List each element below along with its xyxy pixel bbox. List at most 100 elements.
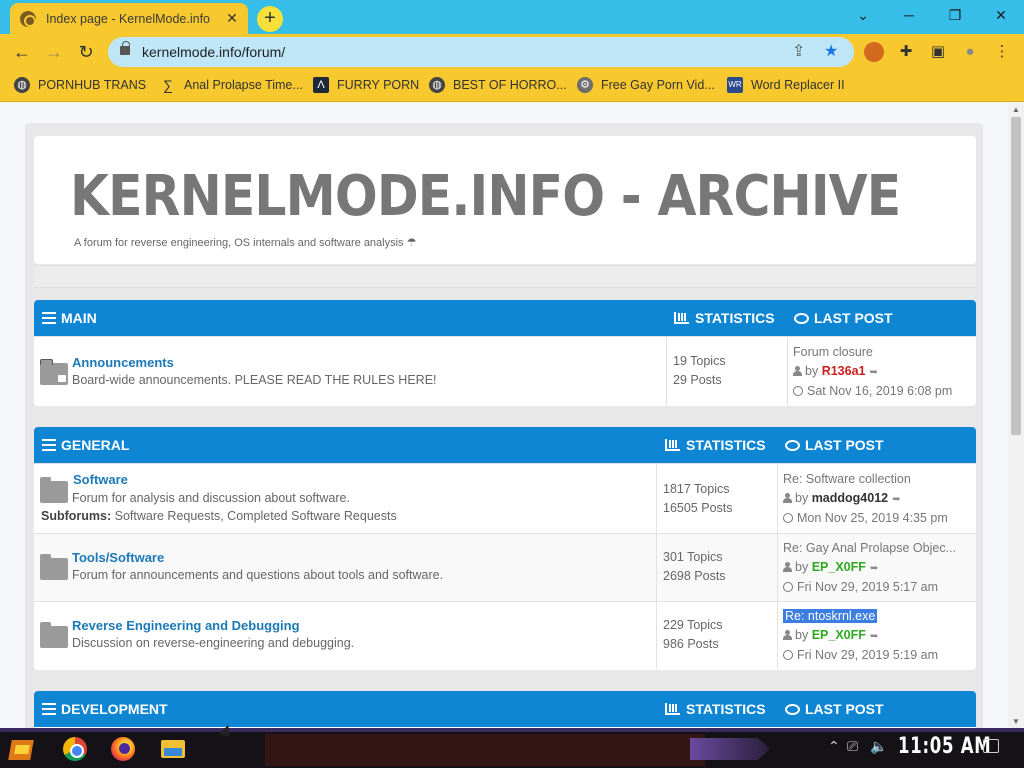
network-icon[interactable]: ⎚ xyxy=(847,738,858,755)
extension-avatar-icon[interactable] xyxy=(864,42,884,62)
start-button[interactable] xyxy=(6,736,38,764)
tab-title: Index page - KernelMode.info xyxy=(46,11,210,26)
scroll-up-icon[interactable]: ▲ xyxy=(1008,105,1024,114)
goto-post-icon[interactable]: ➥ xyxy=(869,364,877,383)
forum-description: Discussion on reverse-engineering and de… xyxy=(72,636,355,650)
start-logo-inner xyxy=(14,745,30,754)
vertical-scrollbar[interactable]: ▲ ▼ xyxy=(1008,103,1024,728)
column-divider xyxy=(656,602,657,669)
browser-tab[interactable]: Index page - KernelMode.info ✕ xyxy=(10,3,248,34)
statistics-header: STATISTICS xyxy=(674,310,775,326)
firefox-taskbar-button[interactable] xyxy=(106,734,140,764)
bookmark-item[interactable]: ⚙ Free Gay Porn Vid... xyxy=(577,77,715,93)
taskbar-clock[interactable]: 11:05 AM xyxy=(898,734,991,759)
category-title[interactable]: DEVELOPMENT xyxy=(42,701,168,717)
volume-icon[interactable]: 🔈 xyxy=(870,738,887,755)
side-panel-icon[interactable]: ▣ xyxy=(928,42,948,62)
address-bar[interactable]: kernelmode.info/forum/ ⇪ ★ xyxy=(108,37,854,67)
bookmark-label: Anal Prolapse Time... xyxy=(184,78,303,92)
bookmark-star-icon[interactable]: ★ xyxy=(824,41,838,61)
user-icon xyxy=(783,561,792,572)
bookmark-label: Free Gay Porn Vid... xyxy=(601,78,715,92)
forum-title[interactable]: Announcements xyxy=(72,355,174,370)
chat-icon xyxy=(785,439,800,451)
minimize-button[interactable]: ─ xyxy=(886,0,932,30)
taskbar-arrow-decoration xyxy=(690,738,770,760)
goto-post-icon[interactable]: ➥ xyxy=(870,628,878,647)
goto-post-icon[interactable]: ➥ xyxy=(892,491,900,510)
taskbar-accent xyxy=(0,728,1024,732)
file-explorer-taskbar-button[interactable] xyxy=(156,734,190,764)
last-post-author[interactable]: EP_X0FF xyxy=(812,628,866,642)
tab-close-icon[interactable]: ✕ xyxy=(224,10,240,27)
bookmark-item[interactable]: Λ FURRY PORN xyxy=(313,77,419,93)
site-description: A forum for reverse engineering, OS inte… xyxy=(74,237,417,249)
chrome-taskbar-button[interactable] xyxy=(58,734,92,764)
tray-overflow-icon[interactable]: ⌃ xyxy=(828,738,840,755)
goto-post-icon[interactable]: ➥ xyxy=(870,560,878,579)
gear-icon: ⚙ xyxy=(577,77,593,93)
last-post-title[interactable]: Re: Gay Anal Prolapse Objec... xyxy=(783,539,956,558)
subforums: Subforums: Software Requests, Completed … xyxy=(41,509,397,523)
share-icon[interactable]: ⇪ xyxy=(792,41,805,61)
last-post-author[interactable]: R136a1 xyxy=(822,364,866,378)
site-title[interactable]: KERNELMODE.INFO - ARCHIVE xyxy=(70,164,901,229)
clock-icon xyxy=(783,582,793,592)
last-post-title[interactable]: Re: ntoskrnl.exe xyxy=(783,609,878,623)
close-window-button[interactable]: ✕ xyxy=(978,0,1024,30)
column-divider xyxy=(777,464,778,533)
extensions-icon[interactable]: ✚ xyxy=(896,42,916,62)
forum-title[interactable]: Software xyxy=(73,472,128,487)
bookmark-item[interactable]: ◍ PORNHUB TRANS xyxy=(14,77,146,93)
forum-title[interactable]: Tools/Software xyxy=(72,550,164,565)
scroll-down-icon[interactable]: ▼ xyxy=(1008,717,1024,726)
profile-icon[interactable]: ● xyxy=(960,42,980,62)
scroll-thumb[interactable] xyxy=(1011,117,1021,435)
list-icon xyxy=(42,439,56,451)
menu-icon[interactable]: ⋮ xyxy=(992,42,1012,62)
forward-button[interactable]: → xyxy=(41,39,67,65)
file-explorer-icon xyxy=(161,740,185,758)
category-title[interactable]: GENERAL xyxy=(42,437,129,453)
tab-search-button[interactable]: ⌄ xyxy=(840,0,886,30)
bookmark-item[interactable]: WR Word Replacer II xyxy=(727,77,845,93)
list-icon xyxy=(42,312,56,324)
globe-icon: ◍ xyxy=(429,77,445,93)
browser-toolbar: ← → ↻ kernelmode.info/forum/ ⇪ ★ ✚ ▣ ● ⋮ xyxy=(0,34,1024,70)
forum-stats: 1817 Topics 16505 Posts xyxy=(663,482,733,515)
subforum-links[interactable]: Software Requests, Completed Software Re… xyxy=(115,509,397,523)
reload-button[interactable]: ↻ xyxy=(73,39,99,65)
forum-row: Tools/Software Forum for announcements a… xyxy=(34,533,976,601)
notification-icon[interactable] xyxy=(983,739,999,753)
last-post-author[interactable]: maddog4012 xyxy=(812,491,888,505)
taskbar: ⌃ ⎚ 🔈 11:05 AM xyxy=(0,728,1024,768)
restore-button[interactable]: ❐ xyxy=(932,0,978,30)
category-title[interactable]: MAIN xyxy=(42,310,97,326)
firefox-icon xyxy=(111,737,135,761)
bar-chart-icon xyxy=(665,703,680,715)
last-post-header: LAST POST xyxy=(785,701,884,717)
category-header: GENERAL STATISTICS LAST POST xyxy=(34,427,976,463)
bookmark-label: BEST OF HORRO... xyxy=(453,78,567,92)
folder-icon xyxy=(40,477,68,503)
wr-icon: WR xyxy=(727,77,743,93)
last-post: Re: Gay Anal Prolapse Objec... by EP_X0F… xyxy=(783,539,957,594)
forum-category-main: MAIN STATISTICS LAST POST Announcements … xyxy=(34,300,976,406)
last-post-title[interactable]: Forum closure xyxy=(793,343,952,362)
last-post-author[interactable]: EP_X0FF xyxy=(812,560,866,574)
statistics-header: STATISTICS xyxy=(665,701,766,717)
bookmark-item[interactable]: ◍ BEST OF HORRO... xyxy=(429,77,567,93)
forum-description: Forum for analysis and discussion about … xyxy=(72,491,350,505)
forum-category-development: DEVELOPMENT STATISTICS LAST POST xyxy=(34,691,976,728)
sigma-icon: ∑ xyxy=(163,77,173,93)
lock-icon[interactable] xyxy=(120,41,130,55)
last-post-title[interactable]: Re: Software collection xyxy=(783,470,948,489)
forum-description: Board-wide announcements. PLEASE READ TH… xyxy=(72,373,437,387)
back-button[interactable]: ← xyxy=(9,39,35,65)
url-text[interactable]: kernelmode.info/forum/ xyxy=(142,44,285,60)
new-tab-button[interactable]: + xyxy=(257,6,283,32)
page-wrap: KERNELMODE.INFO - ARCHIVE A forum for re… xyxy=(25,123,983,728)
forum-stats: 19 Topics 29 Posts xyxy=(673,354,726,387)
forum-title[interactable]: Reverse Engineering and Debugging xyxy=(72,618,300,633)
bookmark-item[interactable]: ∑ Anal Prolapse Time... xyxy=(160,77,303,93)
